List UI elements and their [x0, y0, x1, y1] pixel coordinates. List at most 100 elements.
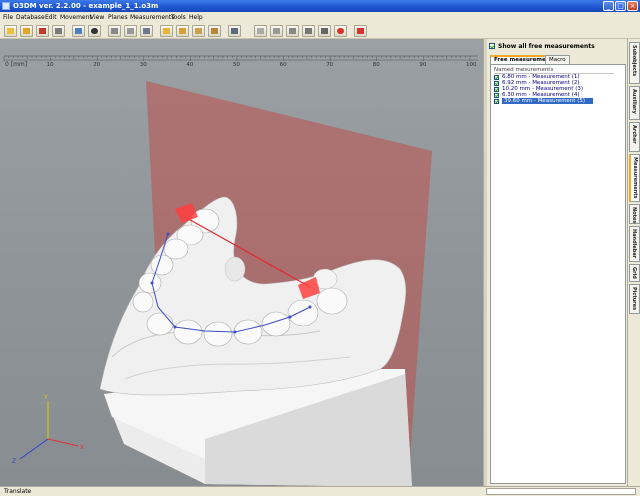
side-tab-label: Grid [631, 267, 637, 279]
item-checkbox[interactable] [494, 99, 499, 104]
app-icon [2, 2, 10, 10]
title-bar: O3DM ver. 2.2.00 - example_1_1.o3m _ □ × [0, 0, 640, 12]
window-icon [143, 28, 150, 34]
shield-button[interactable] [318, 25, 331, 37]
side-tab-measurements[interactable]: Measurements [629, 154, 640, 202]
arch-button[interactable] [302, 25, 315, 37]
scene-svg: 0 [mm] 10 20 30 40 50 60 70 80 90 100 Y … [3, 55, 478, 486]
menu-file[interactable]: File [3, 14, 13, 21]
ruler-ticks [3, 56, 471, 61]
show-all-label: Show all free measurements [498, 43, 595, 50]
close-model-button[interactable] [354, 25, 367, 37]
measurement-list: Named mesurements 6.80 mm - Measurement … [490, 64, 626, 484]
ruler-button[interactable] [228, 25, 241, 37]
side-tab-pictures[interactable]: Pictures [629, 284, 640, 314]
ruler-tick-label: 100 [466, 62, 477, 68]
menu-view[interactable]: View [90, 14, 104, 21]
plane-button[interactable] [286, 25, 299, 37]
section-icon [273, 28, 280, 34]
maximize-button[interactable]: □ [615, 1, 626, 11]
menu-tools[interactable]: Tools [171, 14, 186, 21]
side-tab-label: Measurements [632, 157, 638, 199]
tooth-icon [91, 28, 98, 34]
menu-help[interactable]: Help [189, 14, 203, 21]
side-tabs: Subobjects Auxiliary Archer Measurements… [627, 39, 640, 486]
new-button[interactable] [4, 25, 17, 37]
list-item-selected[interactable]: 39.60 mm - Measurement (5) [494, 98, 624, 105]
status-field [486, 488, 636, 495]
side-tab-label: Archer [631, 125, 637, 144]
layers-button[interactable] [124, 25, 137, 37]
item-checkbox[interactable] [494, 93, 499, 98]
ruler-tick-label: 60 [280, 62, 287, 68]
ruler-tick-label: 50 [233, 62, 240, 68]
side-tab-handlebar[interactable]: Handlebar [629, 226, 640, 262]
window-button[interactable] [140, 25, 153, 37]
side-tab-grid[interactable]: Grid [629, 264, 640, 282]
tab-macro[interactable]: Macro [545, 55, 570, 64]
print-button[interactable] [52, 25, 65, 37]
slice-button[interactable] [254, 25, 267, 37]
menu-measurements[interactable]: Measurements [130, 14, 174, 21]
save-button[interactable] [36, 25, 49, 37]
tooth-button[interactable] [88, 25, 101, 37]
tool-icon [75, 28, 82, 34]
close-red-icon [357, 28, 364, 34]
ruler-tick-label: 40 [186, 62, 193, 68]
shield-icon [321, 28, 328, 34]
axes-triad: Y X Z [12, 394, 84, 465]
target-icon [337, 28, 344, 34]
grid-button[interactable] [108, 25, 121, 37]
ruler-unit-label: 0 [mm] [5, 61, 27, 68]
toolbar [0, 23, 640, 39]
status-bar: Translate [0, 486, 640, 496]
menu-bar: File Database Edit Movement View Planes … [0, 12, 640, 23]
ruler-tick-label: 10 [47, 62, 54, 68]
item-checkbox[interactable] [494, 75, 499, 80]
copy-button[interactable] [192, 25, 205, 37]
show-all-checkbox[interactable] [489, 43, 495, 49]
item-checkbox[interactable] [494, 87, 499, 92]
menu-database[interactable]: Database [16, 14, 45, 21]
camera-icon [179, 28, 186, 34]
export-icon [211, 28, 218, 34]
arch-icon [305, 28, 312, 34]
ruler-tick-label: 90 [419, 62, 426, 68]
print-icon [55, 28, 62, 34]
side-tab-label: Notes [631, 207, 637, 224]
folder-icon [163, 28, 170, 34]
side-tab-archer[interactable]: Archer [629, 122, 640, 152]
3d-viewport[interactable]: 0 [mm] 10 20 30 40 50 60 70 80 90 100 Y … [0, 39, 483, 486]
menu-planes[interactable]: Planes [108, 14, 128, 21]
camera-button[interactable] [176, 25, 189, 37]
axis-y-label: Y [43, 394, 48, 401]
open-button[interactable] [20, 25, 33, 37]
side-tab-auxiliary[interactable]: Auxiliary [629, 86, 640, 120]
panel-tabs: Free measurements Macro [490, 55, 626, 64]
export-button[interactable] [208, 25, 221, 37]
ruler-tick-label: 30 [140, 62, 147, 68]
menu-edit[interactable]: Edit [45, 14, 57, 21]
side-tab-label: Pictures [631, 287, 637, 311]
ruler-tick-label: 70 [326, 62, 333, 68]
item-label: 39.60 mm - Measurement (5) [502, 98, 593, 104]
status-text: Translate [4, 488, 32, 495]
side-tab-notes[interactable]: Notes [629, 204, 640, 224]
minimize-button[interactable]: _ [603, 1, 614, 11]
axis-x-label: X [80, 444, 84, 451]
item-checkbox[interactable] [494, 81, 499, 86]
tool-button[interactable] [72, 25, 85, 37]
folder-button[interactable] [160, 25, 173, 37]
side-tab-label: Subobjects [631, 45, 637, 77]
open-icon [23, 28, 30, 34]
slice-icon [257, 28, 264, 34]
plane-icon [289, 28, 296, 34]
section-button[interactable] [270, 25, 283, 37]
close-button[interactable]: × [627, 1, 638, 11]
target-button[interactable] [334, 25, 347, 37]
ruler-tick-label: 80 [373, 62, 380, 68]
menu-movement[interactable]: Movement [60, 14, 92, 21]
copy-icon [195, 28, 202, 34]
side-tab-subobjects[interactable]: Subobjects [629, 42, 640, 84]
show-all-checkbox-row[interactable]: Show all free measurements [489, 42, 625, 51]
